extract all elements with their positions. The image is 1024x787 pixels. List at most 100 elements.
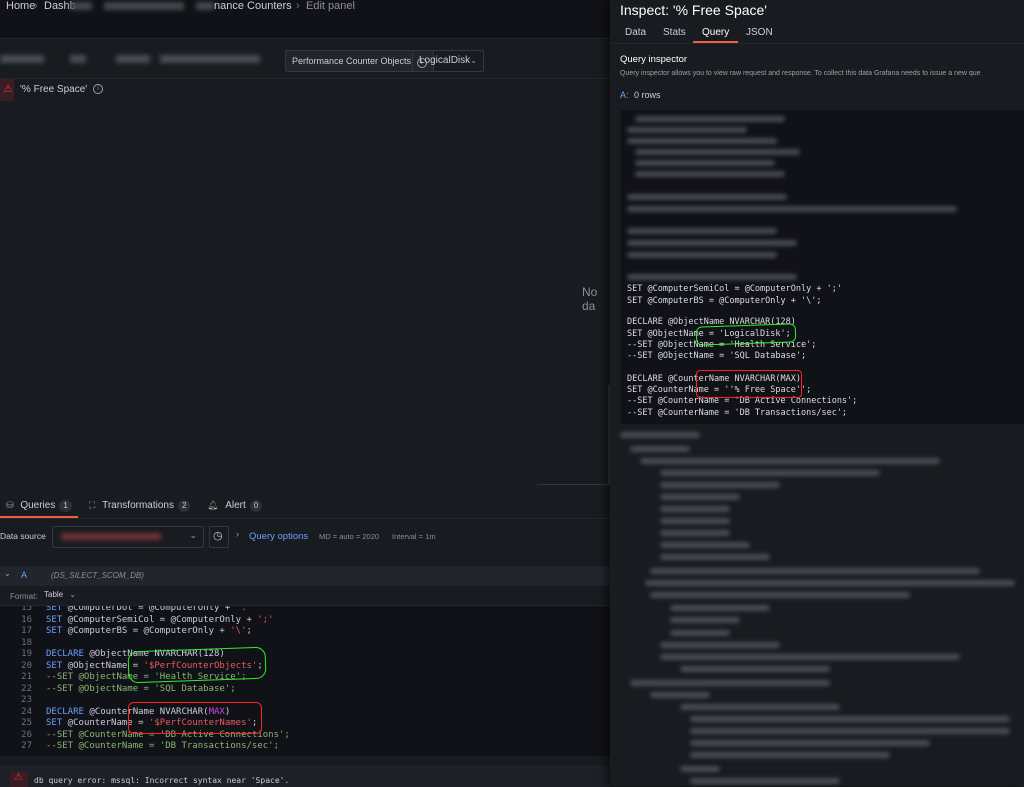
breadcrumb-separator: › — [296, 0, 300, 12]
line-number: 19 — [21, 649, 32, 659]
line-number: 15 — [21, 605, 32, 613]
redacted-code-line — [650, 568, 980, 574]
code-line: 25 SET @CounterName = '$PerfCounterNames'… — [0, 718, 610, 729]
redacted-code-line — [660, 482, 780, 488]
chevron-right-icon: › — [236, 529, 239, 539]
line-number: 17 — [21, 626, 32, 636]
tab-alert[interactable]: 🔔︎ Alert 0 — [207, 500, 263, 512]
tab-data[interactable]: Data — [625, 27, 646, 38]
raw-query-line: --SET @CounterName = 'DB Transactions/se… — [627, 407, 848, 418]
panel-preview: ⚠ '% Free Space' i No da — [0, 78, 610, 489]
redacted-code-line — [627, 138, 777, 144]
line-number: 23 — [21, 695, 32, 705]
redacted-code-line — [630, 446, 690, 452]
query-options-button[interactable]: Query options — [249, 531, 308, 542]
redacted-code-line — [680, 766, 720, 772]
redacted-code-line — [640, 458, 940, 464]
tab-stats[interactable]: Stats — [663, 27, 686, 38]
code-line: 26 --SET @CounterName = 'DB Active Connec… — [0, 730, 610, 741]
query-row-header[interactable]: ⌄ A (DS_SILECT_SCOM_DB) — [0, 566, 610, 586]
code-line: 23 — [0, 695, 610, 706]
redacted-code-line — [660, 470, 880, 476]
line-number: 20 — [21, 660, 32, 671]
redacted-code-line — [670, 605, 770, 611]
format-label: Format: — [10, 592, 38, 601]
redacted-code-line — [627, 228, 777, 234]
warning-icon: ⚠ — [3, 83, 13, 95]
query-history-button[interactable]: ◷ — [209, 526, 229, 548]
line-number: 22 — [21, 683, 32, 694]
datasource-label: Data source — [0, 531, 46, 541]
panel-error-corner[interactable]: ⚠ — [0, 79, 14, 101]
code-line: 24 DECLARE @CounterName NVARCHAR(MAX) — [0, 707, 610, 718]
green-highlight-annotation — [127, 646, 267, 684]
line-text: --SET @CounterName = 'DB Transactions/se… — [46, 741, 279, 751]
line-text: SET @ComputerBS = @ComputerOnly + '\'; — [46, 626, 252, 636]
redacted-variable — [160, 55, 260, 63]
redacted-code-line — [690, 752, 890, 758]
line-text: SET @ComputerSemiCol = @ComputerOnly + '… — [46, 614, 274, 625]
result-ref-id: A: — [620, 90, 629, 100]
no-data-text: No da — [582, 285, 598, 313]
redacted-code-line — [627, 240, 797, 246]
redacted-code-line — [627, 274, 797, 280]
line-text: --SET @ObjectName = 'SQL Database'; — [46, 683, 236, 694]
redacted-code-line — [627, 127, 747, 133]
redacted-breadcrumb — [70, 2, 92, 10]
redacted-code-line — [635, 171, 785, 177]
query-ref-id[interactable]: A — [21, 570, 27, 580]
tab-json[interactable]: JSON — [746, 27, 773, 38]
code-line: 18 — [0, 638, 610, 649]
raw-query-line: SET @ComputerSemiCol = @ComputerOnly + '… — [627, 284, 842, 294]
redacted-code-line — [620, 432, 700, 438]
panel-scrollbar[interactable] — [537, 484, 609, 485]
line-number: 27 — [21, 741, 32, 751]
chevron-down-icon: ⌄ — [189, 530, 197, 540]
tab-query[interactable]: Query — [702, 27, 729, 38]
redacted-code-line — [680, 666, 830, 672]
breadcrumb-separator: › — [34, 0, 38, 12]
red-highlight-annotation — [128, 702, 262, 734]
chevron-down-icon: ⌄ — [69, 590, 77, 599]
redacted-code-line — [660, 494, 740, 500]
line-number: 24 — [21, 706, 32, 717]
redacted-code-line — [690, 716, 1010, 722]
tab-transformations[interactable]: ⛶ Transformations 2 — [89, 500, 191, 512]
code-line: 27 --SET @CounterName = 'DB Transactions/… — [0, 741, 610, 752]
redacted-code-line — [690, 778, 840, 784]
tab-queries[interactable]: ⛁ Queries 1 — [6, 500, 72, 512]
code-line: 20 SET @ObjectName = '$PerfCounterObjects… — [0, 661, 610, 672]
counter-objects-variable-select[interactable]: LogicalDisk ⌄ — [412, 50, 484, 72]
line-text: SET @ComputerDot = @ComputerOnly + '.' — [46, 605, 252, 613]
query-datasource-name: (DS_SILECT_SCOM_DB) — [51, 571, 144, 580]
code-line: 15 SET @ComputerDot = @ComputerOnly + '.' — [0, 605, 610, 614]
error-message: db query error: mssql: Incorrect syntax … — [34, 776, 290, 785]
redacted-code-line — [660, 530, 730, 536]
redacted-code-line — [690, 740, 930, 746]
redacted-code-line — [680, 704, 840, 710]
breadcrumb-dashboard[interactable]: nance Counters — [214, 0, 292, 12]
line-number: 18 — [21, 637, 32, 648]
sql-code-editor[interactable]: 15 SET @ComputerDot = @ComputerOnly + '.'… — [0, 605, 610, 756]
tabs-divider — [610, 43, 1024, 44]
redacted-code-line — [627, 252, 777, 258]
redacted-variable — [116, 55, 150, 63]
format-select[interactable]: Table ⌄ — [44, 590, 76, 599]
datasource-picker[interactable]: ⌄ — [52, 526, 204, 548]
redacted-breadcrumb — [104, 2, 184, 10]
query-inspector-description: Query inspector allows you to view raw r… — [620, 70, 981, 77]
code-line: 17 SET @ComputerBS = @ComputerOnly + '\'; — [0, 626, 610, 637]
bell-icon: 🔔︎ — [207, 500, 219, 510]
breadcrumb-home[interactable]: Home — [6, 0, 35, 12]
query-inspector-heading: Query inspector — [620, 54, 688, 65]
redacted-code-line — [670, 617, 740, 623]
query-error-bar: ⚠ db query error: mssql: Incorrect synta… — [0, 766, 610, 787]
result-row-count: 0 rows — [634, 90, 661, 100]
database-icon: ⛁ — [6, 500, 14, 510]
redacted-code-line — [660, 642, 780, 648]
redacted-code-line — [660, 542, 750, 548]
redacted-code-line — [670, 630, 730, 636]
error-badge: ⚠ — [10, 771, 28, 787]
raw-query-line: SET @ComputerBS = @ComputerOnly + '\'; — [627, 296, 822, 306]
inspect-title: Inspect: '% Free Space' — [620, 2, 767, 18]
